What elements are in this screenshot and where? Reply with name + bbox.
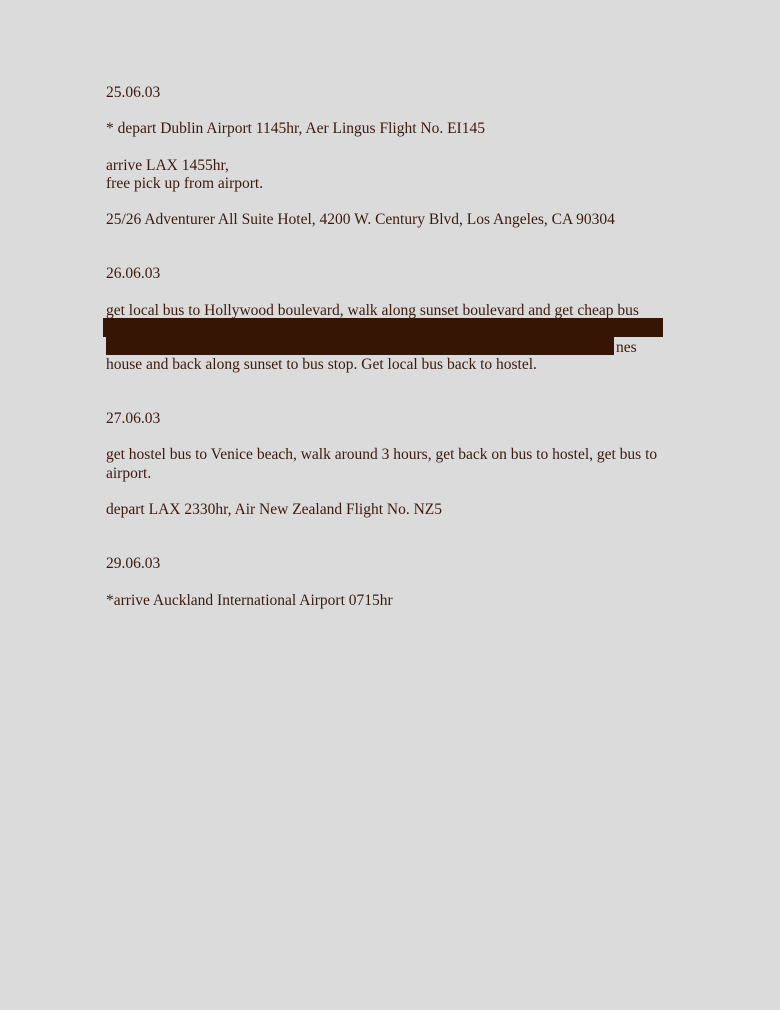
itinerary-fragment: nes (616, 339, 637, 356)
redaction-bar (103, 318, 663, 337)
document-page: { "entries": [ { "date": "25.06.03", "li… (0, 0, 780, 1010)
redaction-bar (106, 337, 614, 355)
pickup-line: free pick up from airport. (106, 175, 264, 192)
hotel-line: 25/26 Adventurer All Suite Hotel, 4200 W… (106, 211, 615, 228)
flight-departure-line: * depart Dublin Airport 1145hr, Aer Ling… (106, 120, 485, 137)
itinerary-line: house and back along sunset to bus stop.… (106, 356, 537, 373)
itinerary-line: get hostel bus to Venice beach, walk aro… (106, 446, 658, 463)
flight-departure-line: depart LAX 2330hr, Air New Zealand Fligh… (106, 501, 443, 518)
entry-date-1: 25.06.03 (106, 84, 161, 101)
arrival-line: *arrive Auckland International Airport 0… (106, 592, 393, 609)
itinerary-line: airport. (106, 465, 152, 482)
entry-date-4: 29.06.03 (106, 555, 161, 572)
entry-date-2: 26.06.03 (106, 265, 161, 282)
arrival-line: arrive LAX 1455hr, (106, 157, 229, 174)
entry-date-3: 27.06.03 (106, 410, 161, 427)
